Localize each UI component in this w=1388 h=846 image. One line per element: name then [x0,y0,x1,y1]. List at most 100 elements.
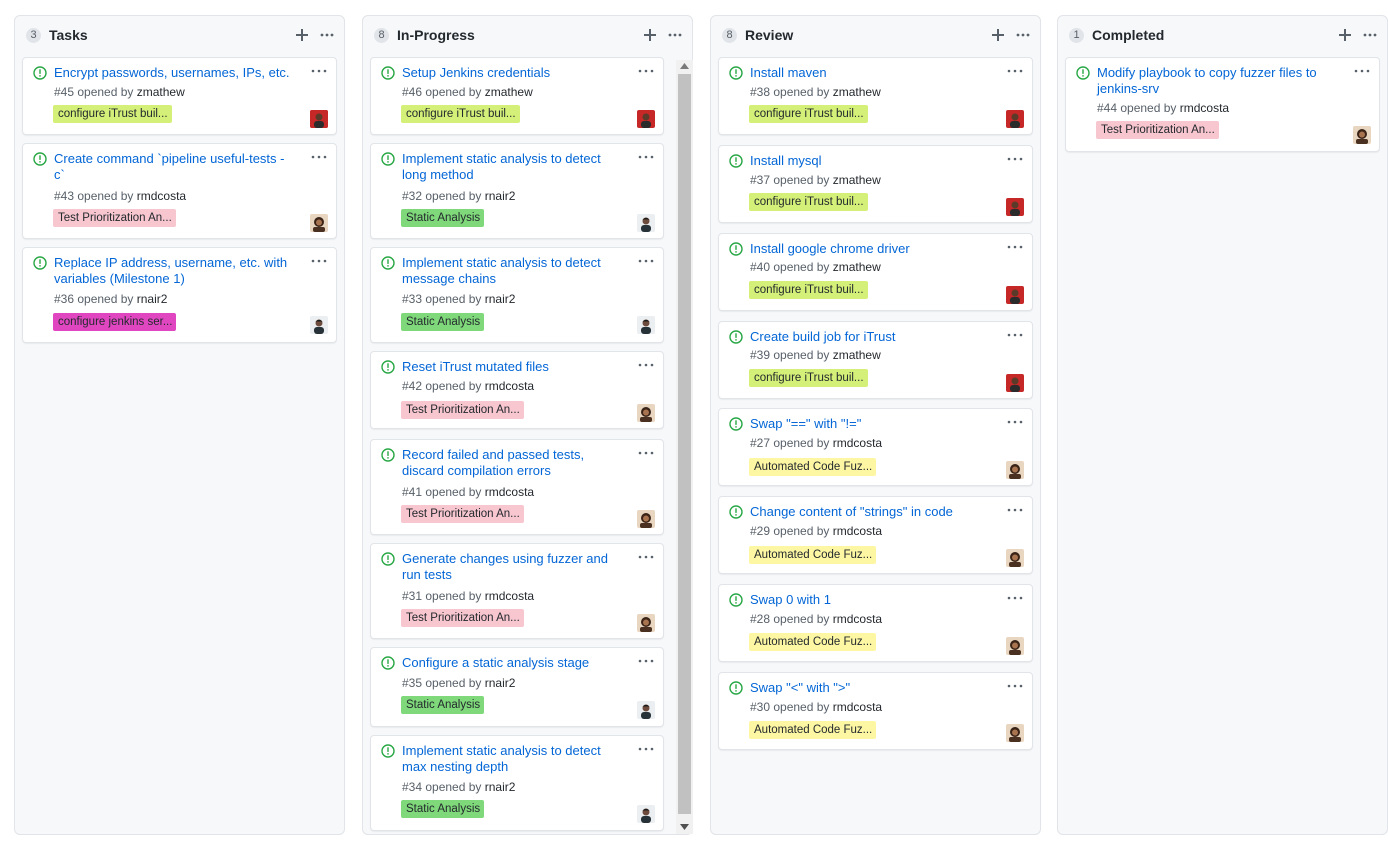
plus-icon[interactable] [990,26,1006,44]
card-title[interactable]: Record failed and passed tests, discard … [402,447,622,479]
label-automated-code-fuzzer[interactable]: Automated Code Fuz... [749,721,876,739]
author-link[interactable]: rmdcosta [485,589,534,603]
issue-card[interactable]: Install google chrome driver #40 opened … [718,233,1033,311]
kebab-horizontal-icon[interactable] [319,26,335,44]
kebab-horizontal-icon[interactable] [1362,26,1378,44]
author-link[interactable]: rnair2 [485,189,516,203]
plus-icon[interactable] [642,26,658,44]
kebab-horizontal-icon[interactable] [1353,64,1371,78]
kebab-horizontal-icon[interactable] [637,550,655,564]
kebab-horizontal-icon[interactable] [667,26,683,44]
card-title[interactable]: Create command `pipeline useful-tests -c… [54,151,294,183]
author-link[interactable]: rnair2 [137,292,168,306]
label-test-prioritization[interactable]: Test Prioritization An... [1096,121,1219,139]
issue-card[interactable]: Reset iTrust mutated files #42 opened by… [370,351,664,429]
label-static-analysis[interactable]: Static Analysis [401,313,485,331]
kebab-horizontal-icon[interactable] [1006,64,1024,78]
author-link[interactable]: rmdcosta [137,189,186,203]
label-configure-itrust[interactable]: configure iTrust buil... [749,105,868,123]
avatar[interactable] [637,805,655,823]
card-title[interactable]: Reset iTrust mutated files [402,359,622,375]
label-automated-code-fuzzer[interactable]: Automated Code Fuz... [749,633,876,651]
author-link[interactable]: rmdcosta [833,524,882,538]
author-link[interactable]: rmdcosta [833,436,882,450]
card-title[interactable]: Modify playbook to copy fuzzer files to … [1097,65,1337,97]
avatar[interactable] [1006,724,1024,742]
author-link[interactable]: rmdcosta [1180,101,1229,115]
scroll-down-arrow-icon[interactable] [680,824,689,830]
card-title[interactable]: Install maven [750,65,990,81]
kebab-horizontal-icon[interactable] [310,64,328,78]
plus-icon[interactable] [294,26,310,44]
author-link[interactable]: rmdcosta [833,612,882,626]
avatar[interactable] [310,214,328,232]
card-title[interactable]: Replace IP address, username, etc. with … [54,255,294,287]
kebab-horizontal-icon[interactable] [1006,152,1024,166]
avatar[interactable] [637,316,655,334]
label-configure-jenkins[interactable]: configure jenkins ser... [53,313,177,331]
label-configure-itrust[interactable]: configure iTrust buil... [749,281,868,299]
card-title[interactable]: Install google chrome driver [750,241,990,257]
scroll-up-arrow-icon[interactable] [680,63,689,69]
card-title[interactable]: Setup Jenkins credentials [402,65,622,81]
kebab-horizontal-icon[interactable] [1006,503,1024,517]
avatar[interactable] [1353,126,1371,144]
issue-card[interactable]: Install maven #38 opened by zmathew conf… [718,57,1033,135]
issue-card[interactable]: Install mysql #37 opened by zmathew conf… [718,145,1033,223]
issue-card[interactable]: Implement static analysis to detect mess… [370,247,664,343]
kebab-horizontal-icon[interactable] [1006,415,1024,429]
author-link[interactable]: zmathew [137,85,185,99]
avatar[interactable] [637,404,655,422]
label-static-analysis[interactable]: Static Analysis [401,209,485,227]
column-scrollbar[interactable] [676,60,693,834]
kebab-horizontal-icon[interactable] [1006,328,1024,342]
issue-card[interactable]: Change content of "strings" in code #29 … [718,496,1033,574]
label-test-prioritization[interactable]: Test Prioritization An... [401,505,524,523]
label-static-analysis[interactable]: Static Analysis [401,800,485,818]
avatar[interactable] [1006,461,1024,479]
avatar[interactable] [637,614,655,632]
avatar[interactable] [637,701,655,719]
author-link[interactable]: zmathew [833,348,881,362]
kebab-horizontal-icon[interactable] [1006,679,1024,693]
issue-card[interactable]: Swap 0 with 1 #28 opened by rmdcosta Aut… [718,584,1033,662]
issue-card[interactable]: Generate changes using fuzzer and run te… [370,543,664,639]
avatar[interactable] [310,316,328,334]
card-title[interactable]: Create build job for iTrust [750,329,990,345]
label-configure-itrust[interactable]: configure iTrust buil... [749,193,868,211]
label-static-analysis[interactable]: Static Analysis [401,696,485,714]
avatar[interactable] [1006,198,1024,216]
issue-card[interactable]: Encrypt passwords, usernames, IPs, etc. … [22,57,337,135]
kebab-horizontal-icon[interactable] [1015,26,1031,44]
plus-icon[interactable] [1337,26,1353,44]
kebab-horizontal-icon[interactable] [637,654,655,668]
author-link[interactable]: rmdcosta [485,485,534,499]
kebab-horizontal-icon[interactable] [1006,240,1024,254]
kebab-horizontal-icon[interactable] [310,254,328,268]
card-title[interactable]: Implement static analysis to detect mess… [402,255,622,287]
kebab-horizontal-icon[interactable] [310,150,328,164]
author-link[interactable]: zmathew [833,85,881,99]
kebab-horizontal-icon[interactable] [637,446,655,460]
avatar[interactable] [1006,374,1024,392]
author-link[interactable]: zmathew [833,173,881,187]
card-title[interactable]: Swap "<" with ">" [750,680,990,696]
kebab-horizontal-icon[interactable] [637,742,655,756]
label-configure-itrust[interactable]: configure iTrust buil... [749,369,868,387]
kebab-horizontal-icon[interactable] [637,150,655,164]
issue-card[interactable]: Swap "==" with "!=" #27 opened by rmdcos… [718,408,1033,486]
kebab-horizontal-icon[interactable] [637,254,655,268]
issue-card[interactable]: Implement static analysis to detect max … [370,735,664,831]
card-title[interactable]: Implement static analysis to detect max … [402,743,622,775]
avatar[interactable] [310,110,328,128]
avatar[interactable] [637,214,655,232]
card-title[interactable]: Swap "==" with "!=" [750,416,990,432]
author-link[interactable]: rnair2 [485,676,516,690]
label-test-prioritization[interactable]: Test Prioritization An... [401,609,524,627]
card-title[interactable]: Configure a static analysis stage [402,655,622,671]
label-configure-itrust[interactable]: configure iTrust buil... [53,105,172,123]
kebab-horizontal-icon[interactable] [637,64,655,78]
label-automated-code-fuzzer[interactable]: Automated Code Fuz... [749,458,876,476]
issue-card[interactable]: Setup Jenkins credentials #46 opened by … [370,57,664,135]
label-test-prioritization[interactable]: Test Prioritization An... [53,209,176,227]
